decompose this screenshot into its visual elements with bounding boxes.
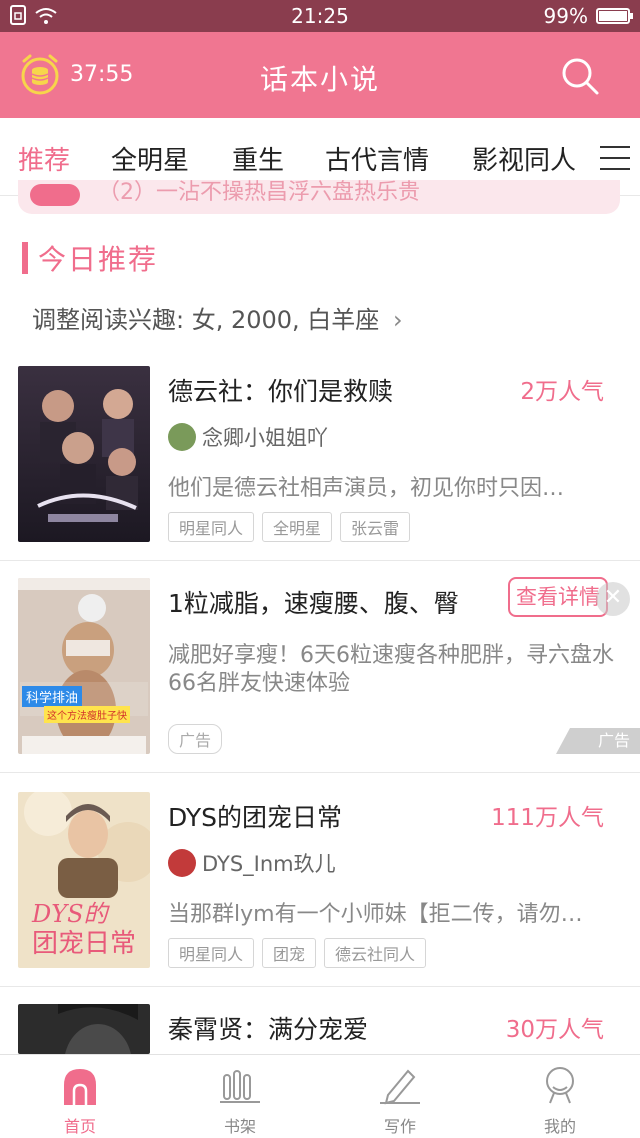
app-header: 37:55 话本小说 <box>0 32 640 118</box>
divider <box>0 772 640 773</box>
menu-icon[interactable] <box>600 146 630 172</box>
nav-home[interactable]: 首页 <box>0 1055 160 1138</box>
banner[interactable]: （2）一沾不操热昌浮六盘热乐贵 <box>18 180 620 214</box>
book-description: 他们是德云社相声演员，初见你时只因… <box>168 476 565 501</box>
profile-icon <box>540 1065 580 1105</box>
tag-list: 明星同人 团宠 德云社同人 <box>168 938 427 968</box>
nav-label: 我的 <box>543 1117 576 1136</box>
ad-cover-subcaption: 这个方法瘦肚子快 <box>44 706 130 723</box>
tag-list: 明星同人 全明星 张云雷 <box>168 512 411 542</box>
author[interactable]: DYS_Inm玖儿 <box>168 848 336 878</box>
battery-icon <box>596 8 633 24</box>
banner-text: （2）一沾不操热昌浮六盘热乐贵 <box>98 180 420 205</box>
ad-cover-caption: 科学排油 <box>22 686 83 707</box>
book-cover[interactable]: DYS的 团宠日常 <box>18 792 150 968</box>
ad-cover[interactable]: 科学排油 这个方法瘦肚子快 <box>18 578 150 754</box>
status-bar: 21:25 99% <box>0 0 640 32</box>
author-name: 念卿小姐姐吖 <box>202 426 328 450</box>
book-cover[interactable] <box>18 366 150 542</box>
tab-ancient-romance[interactable]: 古代言情 <box>325 140 429 177</box>
section-title: 今日推荐 <box>38 243 159 276</box>
author-name: DYS_Inm玖儿 <box>202 852 336 876</box>
home-icon <box>60 1065 100 1105</box>
svg-text:DYS的: DYS的 <box>31 900 111 928</box>
section-marker <box>22 242 28 274</box>
popularity: 30万人气 <box>505 1017 604 1043</box>
reading-preferences-link[interactable]: 调整阅读兴趣: 女, 2000, 白羊座 › <box>32 300 403 335</box>
tab-recommend[interactable]: 推荐 <box>18 140 70 177</box>
nav-label: 首页 <box>63 1117 96 1136</box>
ad-title[interactable]: 1粒减脂，速瘦腰、腹、臀 <box>168 584 459 620</box>
tag[interactable]: 全明星 <box>262 512 333 542</box>
chevron-right-icon: › <box>392 306 403 334</box>
tag[interactable]: 明星同人 <box>168 512 255 542</box>
book-title[interactable]: 秦霄贤：满分宠爱 <box>168 1010 368 1046</box>
book-title[interactable]: DYS的团宠日常 <box>168 798 342 834</box>
popularity: 111万人气 <box>491 805 604 831</box>
book-description: 当那群lym有一个小师妹【拒二传，请勿… <box>168 902 583 927</box>
nav-label: 书架 <box>223 1117 256 1136</box>
nav-write[interactable]: 写作 <box>320 1055 480 1138</box>
nav-bookshelf[interactable]: 书架 <box>160 1055 320 1138</box>
book-title[interactable]: 德云社：你们是救赎 <box>168 372 393 408</box>
avatar <box>168 849 196 877</box>
pencil-icon <box>380 1065 420 1105</box>
svg-text:团宠日常: 团宠日常 <box>32 929 136 959</box>
banner-tag <box>30 184 80 206</box>
ad-description: 减肥好享瘦！6天6粒速瘦各种肥胖，寻六盘水66名胖友快速体验 <box>168 643 614 696</box>
ad-corner-text: 广告 <box>598 731 631 750</box>
popularity: 2万人气 <box>520 379 604 405</box>
ad-label: 广告 <box>168 724 223 754</box>
tag[interactable]: 明星同人 <box>168 938 255 968</box>
search-icon[interactable] <box>560 56 600 96</box>
preferences-text: 调整阅读兴趣: 女, 2000, 白羊座 <box>32 306 380 334</box>
author[interactable]: 念卿小姐姐吖 <box>168 422 328 452</box>
tag[interactable]: 德云社同人 <box>324 938 427 968</box>
ad-corner-badge: 广告 <box>556 728 640 754</box>
book-cover[interactable] <box>18 1004 150 1054</box>
view-details-button[interactable]: 查看详情 <box>508 577 608 617</box>
nav-label: 写作 <box>383 1117 416 1136</box>
app-title: 话本小说 <box>259 63 380 96</box>
tag[interactable]: 张云雷 <box>340 512 411 542</box>
tag[interactable]: 团宠 <box>262 938 317 968</box>
nav-profile[interactable]: 我的 <box>480 1055 640 1138</box>
section-header: 今日推荐 <box>22 238 158 278</box>
tab-rebirth[interactable]: 重生 <box>232 140 284 177</box>
tab-film-fanfic[interactable]: 影视同人 <box>472 140 576 177</box>
divider <box>0 986 640 987</box>
tab-all-stars[interactable]: 全明星 <box>111 140 189 177</box>
bookshelf-icon <box>220 1065 260 1105</box>
bottom-navigation: 首页 书架 写作 我的 <box>0 1054 640 1138</box>
battery-percent: 99% <box>543 4 588 28</box>
divider <box>0 560 640 561</box>
close-ad-button[interactable]: ✕ <box>596 582 630 616</box>
avatar <box>168 423 196 451</box>
